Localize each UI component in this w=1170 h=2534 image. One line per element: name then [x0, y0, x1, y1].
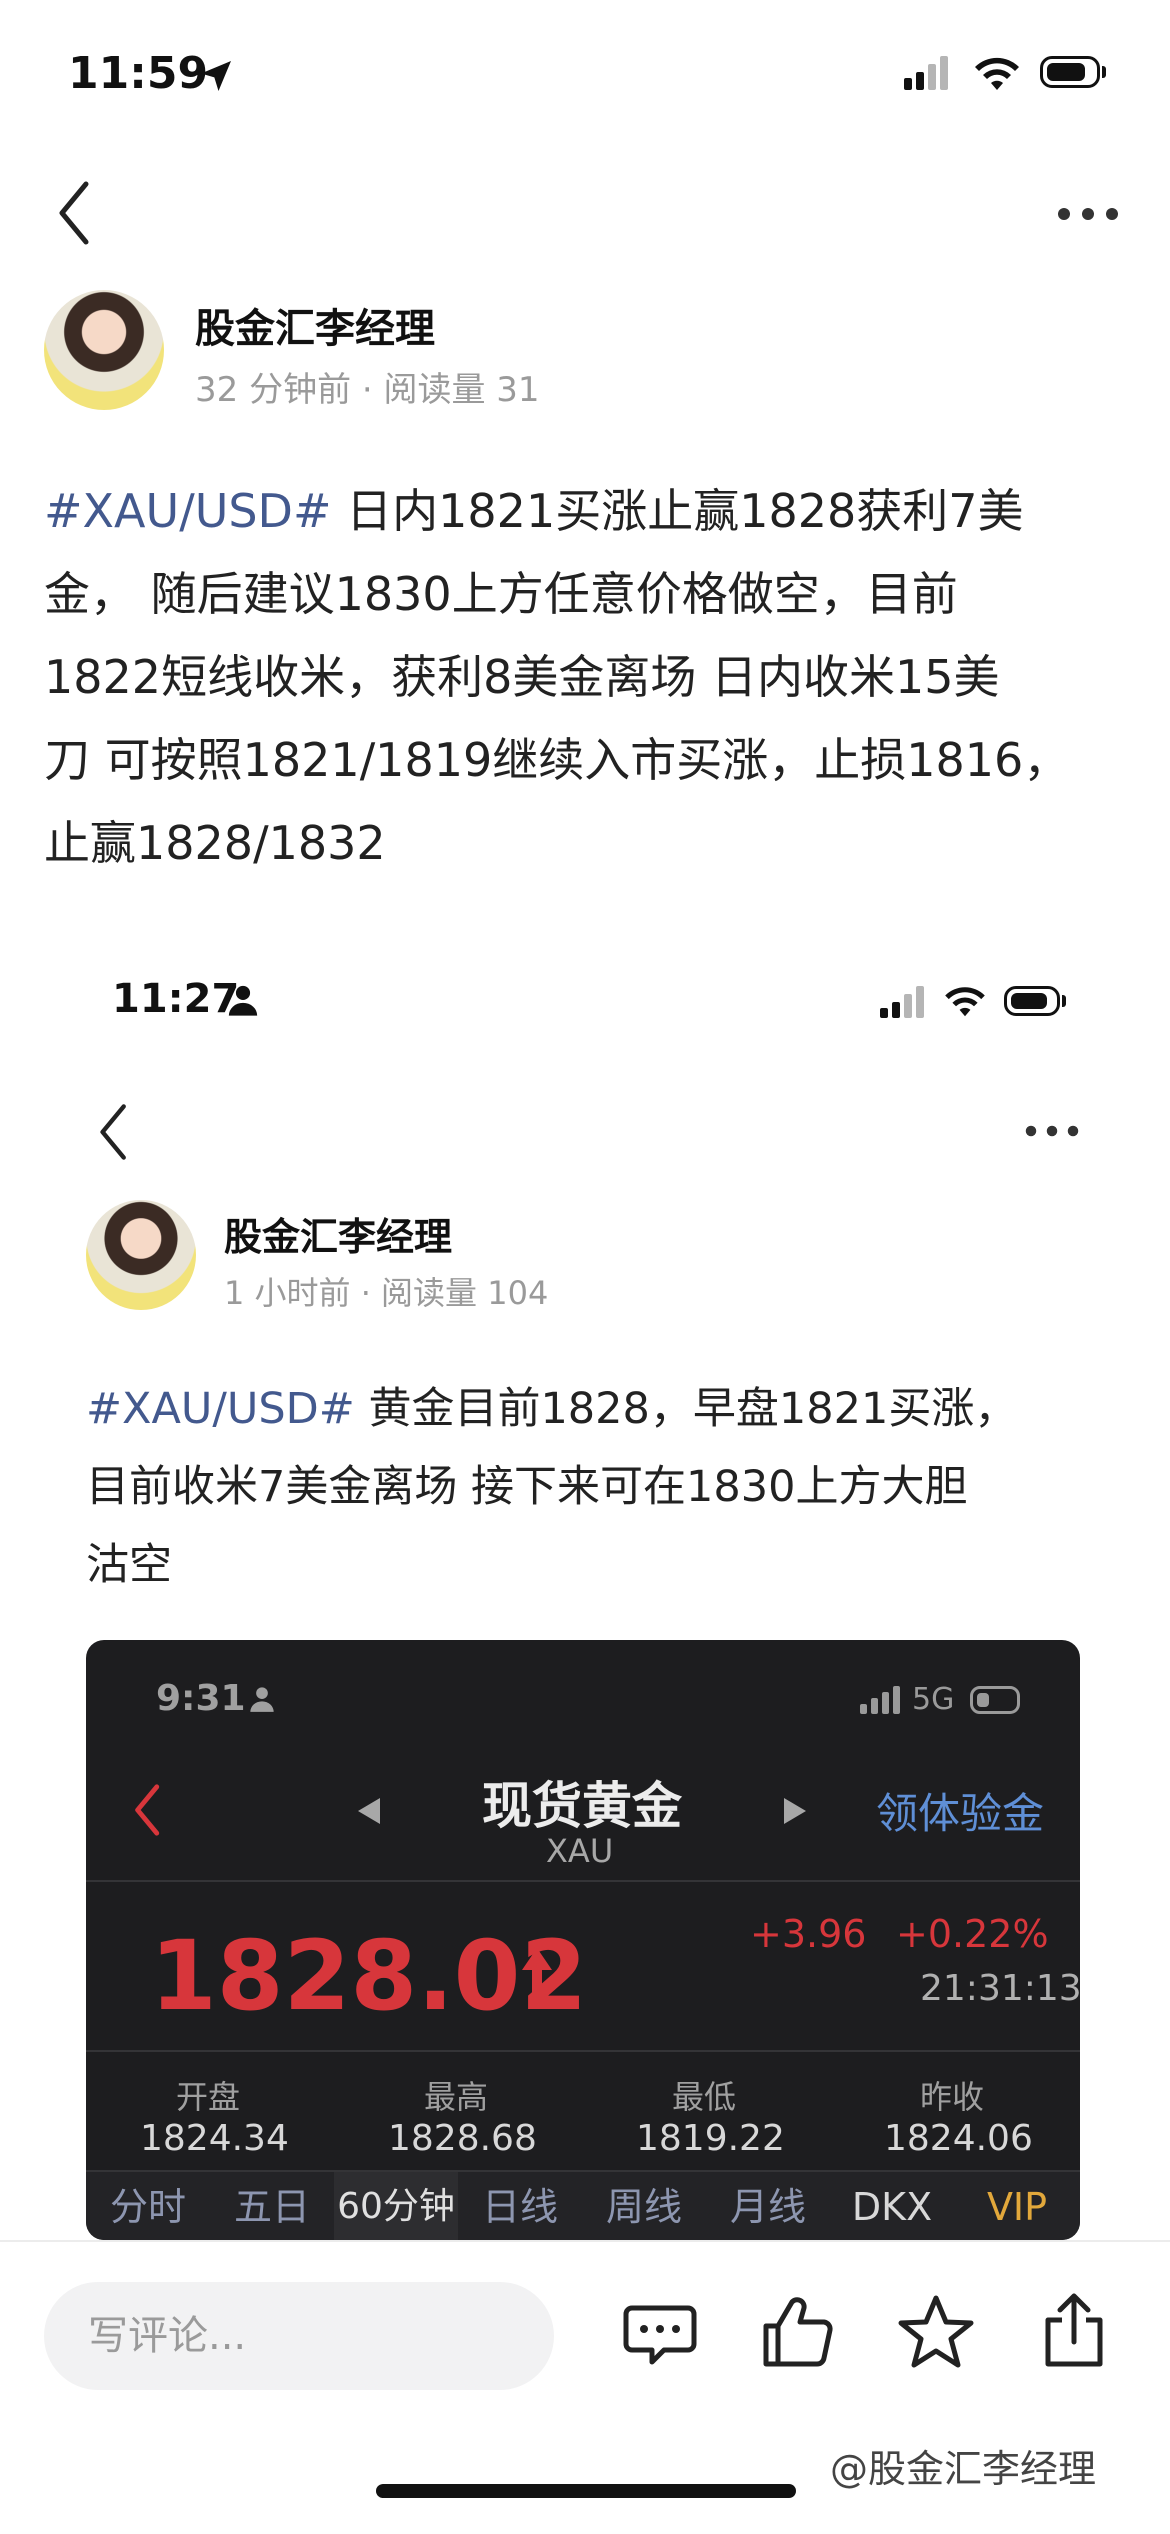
quote-back-icon: [135, 1784, 160, 1836]
back-icon[interactable]: [50, 178, 100, 248]
author-name[interactable]: 股金汇李经理: [195, 296, 435, 354]
post-line: 目前收米7美金离场 接下来可在1830上方大胆: [86, 1462, 968, 1512]
quote-title: 现货黄金: [482, 1777, 682, 1835]
post-line: #XAU/USD# 黄金目前1828，早盘1821买涨，: [86, 1384, 1018, 1434]
quote-change: +3.96: [750, 1912, 867, 1956]
quote-subtitle: XAU: [546, 1832, 614, 1870]
inner-author-name: 股金汇李经理: [224, 1215, 453, 1259]
next-arrow-icon: [784, 1798, 806, 1824]
gold-quote-image[interactable]: 9:31 5G 现货黄金 XAU 领体验金 1828.02 +3.96 +0.2…: [86, 1640, 1080, 2240]
quote-change-pct: +0.22%: [896, 1912, 1049, 1956]
stat-label-high: 最高: [424, 2078, 489, 2116]
stat-value-low: 1819.22: [636, 2118, 785, 2159]
price-up-arrow-icon: [522, 1948, 552, 2004]
divider: [86, 2050, 1080, 2052]
quote-network: 5G: [912, 1682, 955, 1717]
watermark: @股金汇李经理: [830, 2447, 1097, 2491]
prev-arrow-icon: [358, 1798, 380, 1824]
inner-post-body: #XAU/USD# 黄金目前1828，早盘1821买涨， 目前收米7美金离场 接…: [86, 1370, 1126, 1604]
period-tabs: 分时 五日 60分钟 日线 周线 月线 DKX VIP: [86, 2170, 1080, 2240]
quote-promo-link: 领体验金: [876, 1789, 1045, 1838]
stat-label-open: 开盘: [176, 2078, 241, 2116]
post-body: #XAU/USD# 日内1821买涨止赢1828获利7美 金， 随后建议1830…: [44, 470, 1134, 885]
post-line: 沽空: [86, 1540, 172, 1590]
wifi-icon: [975, 57, 1019, 90]
tab-yuexian: 月线: [729, 2185, 806, 2229]
tab-zhouxian: 周线: [605, 2185, 682, 2229]
post-meta: 32 分钟前 · 阅读量 31: [195, 370, 540, 410]
tab-dkx: DKX: [851, 2185, 933, 2229]
tab-rixian: 日线: [481, 2185, 558, 2229]
avatar[interactable]: [44, 290, 164, 410]
stat-label-prev-close: 昨收: [920, 2078, 985, 2116]
post-line: 1822短线收米，获利8美金离场 日内收米15美: [44, 650, 1000, 704]
more-icon[interactable]: [1056, 204, 1120, 224]
post-line: 金， 随后建议1830上方任意价格做空，目前: [44, 567, 958, 621]
comment-input[interactable]: 写评论...: [44, 2282, 554, 2390]
battery-icon: [1040, 56, 1106, 88]
comment-icon[interactable]: [620, 2294, 700, 2374]
tab-60min: 60分钟: [334, 2172, 458, 2240]
quote-signal-icon: [860, 1686, 900, 1714]
hashtag-link[interactable]: #XAU/USD#: [44, 484, 332, 538]
stat-value-open: 1824.34: [140, 2118, 289, 2159]
post-line: 止赢1828/1832: [44, 816, 386, 870]
inner-status-time: 11:27: [112, 976, 240, 1022]
tab-wuri: 五日: [233, 2185, 310, 2229]
tab-fenshi: 分时: [109, 2185, 186, 2229]
post-line: #XAU/USD# 日内1821买涨止赢1828获利7美: [44, 484, 1024, 538]
inner-wifi-icon: [945, 987, 985, 1017]
inner-signal-icon: [880, 986, 926, 1018]
stat-value-high: 1828.68: [388, 2118, 537, 2159]
signal-icon: [904, 56, 950, 90]
star-icon[interactable]: [896, 2292, 976, 2372]
post-line: 刀 可按照1821/1819继续入市买涨，止损1816，: [44, 733, 1070, 787]
inner-hashtag: #XAU/USD#: [86, 1384, 355, 1434]
inner-more-icon: [1025, 1125, 1079, 1137]
person-icon: [228, 985, 258, 1016]
inner-post-meta: 1 小时前 · 阅读量 104: [224, 1274, 549, 1312]
inner-battery-icon: [1004, 986, 1066, 1016]
quote-person-icon: [250, 1687, 274, 1712]
stat-value-prev-close: 1824.06: [884, 2118, 1033, 2159]
quote-status-time: 9:31: [156, 1678, 246, 1719]
tab-vip: VIP: [986, 2185, 1048, 2229]
quote-timestamp: 21:31:13: [920, 1968, 1080, 2009]
inner-back-icon: [100, 1104, 126, 1160]
inner-avatar: [86, 1200, 196, 1310]
status-time: 11:59: [68, 48, 209, 99]
home-indicator: [376, 2484, 796, 2498]
share-icon[interactable]: [1034, 2290, 1114, 2370]
thumbs-up-icon[interactable]: [758, 2292, 838, 2372]
stat-label-low: 最低: [672, 2078, 737, 2116]
divider: [86, 1880, 1080, 1882]
location-arrow-icon: [201, 61, 231, 91]
quote-battery-icon: [970, 1686, 1020, 1714]
